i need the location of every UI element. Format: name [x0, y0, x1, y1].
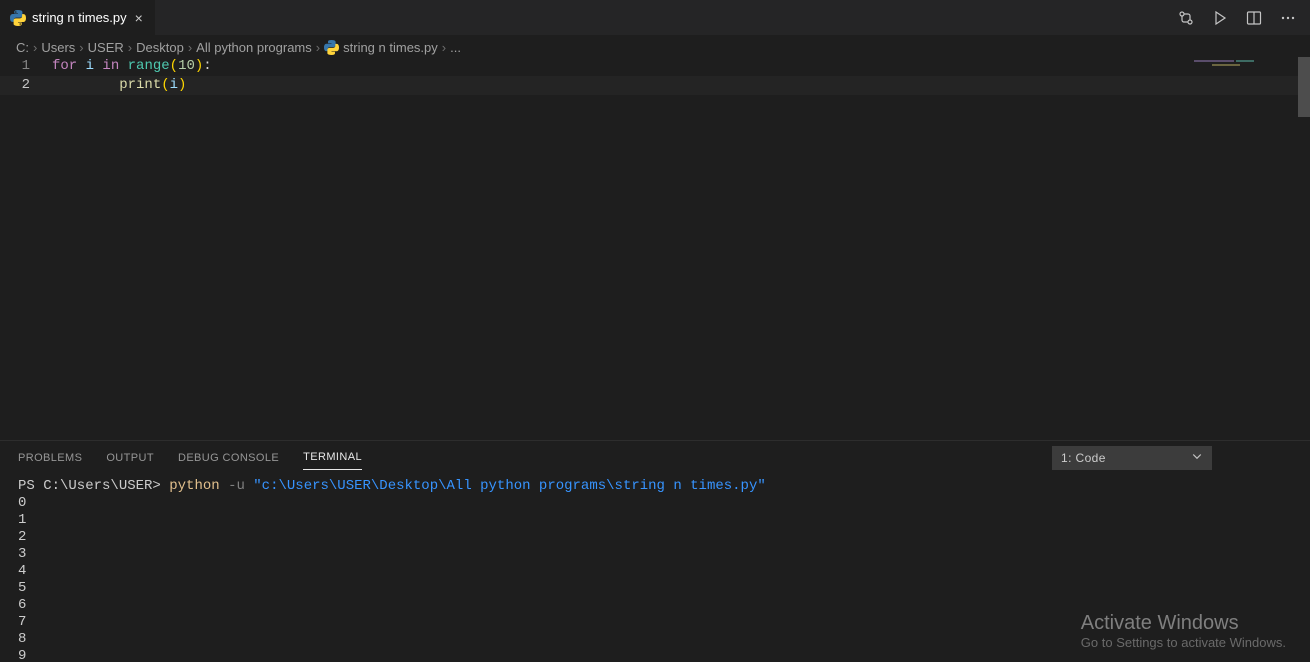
terminal-selector-label: 1: Code: [1061, 451, 1106, 465]
panel-tab-debug-console[interactable]: DEBUG CONSOLE: [178, 446, 279, 470]
breadcrumb-part[interactable]: C:: [16, 40, 29, 55]
panel-tab-terminal[interactable]: TERMINAL: [303, 445, 362, 470]
breadcrumb-part[interactable]: USER: [88, 40, 124, 55]
terminal-selector[interactable]: 1: Code: [1052, 446, 1212, 470]
terminal-output-line: 3: [18, 546, 1292, 563]
more-actions-icon[interactable]: [1280, 10, 1296, 26]
chevron-right-icon: ›: [316, 40, 320, 55]
terminal-output-line: 2: [18, 529, 1292, 546]
chevron-right-icon: ›: [79, 40, 83, 55]
close-icon[interactable]: ×: [133, 10, 145, 26]
line-number: 2: [0, 76, 52, 95]
breadcrumb-file[interactable]: string n times.py: [324, 40, 438, 55]
breadcrumb-tail[interactable]: ...: [450, 40, 461, 55]
windows-activation-watermark: Activate Windows Go to Settings to activ…: [1081, 612, 1286, 650]
run-icon[interactable]: [1212, 10, 1228, 26]
tab-bar: string n times.py ×: [0, 0, 1310, 35]
code-content[interactable]: print(i): [52, 76, 186, 95]
watermark-subtitle: Go to Settings to activate Windows.: [1081, 635, 1286, 650]
terminal-command-line: PS C:\Users\USER> python -u "c:\Users\US…: [18, 478, 1292, 495]
minimap[interactable]: [1190, 57, 1310, 97]
compare-changes-icon[interactable]: [1178, 10, 1194, 26]
panel-tab-bar: PROBLEMS OUTPUT DEBUG CONSOLE TERMINAL 1: C…: [0, 441, 1310, 474]
code-content[interactable]: for i in range(10):: [52, 57, 212, 76]
tab-active[interactable]: string n times.py ×: [0, 0, 156, 35]
terminal-output-line: 0: [18, 495, 1292, 512]
editor-scrollbar[interactable]: [1298, 57, 1310, 117]
chevron-down-icon: [1191, 450, 1203, 465]
breadcrumb-part[interactable]: Desktop: [136, 40, 184, 55]
chevron-right-icon: ›: [188, 40, 192, 55]
code-line[interactable]: 2 print(i): [0, 76, 1310, 95]
terminal-output-line: 5: [18, 580, 1292, 597]
chevron-right-icon: ›: [128, 40, 132, 55]
watermark-title: Activate Windows: [1081, 612, 1286, 635]
chevron-right-icon: ›: [33, 40, 37, 55]
chevron-right-icon: ›: [442, 40, 446, 55]
tab-filename: string n times.py: [32, 10, 127, 25]
breadcrumb-part[interactable]: All python programs: [196, 40, 312, 55]
editor-title-actions: [1178, 0, 1310, 35]
terminal-output-line: 1: [18, 512, 1292, 529]
terminal-output-line: 4: [18, 563, 1292, 580]
panel-tab-problems[interactable]: PROBLEMS: [18, 446, 82, 470]
breadcrumb-part[interactable]: Users: [41, 40, 75, 55]
python-file-icon: [324, 40, 339, 55]
panel-tab-output[interactable]: OUTPUT: [106, 446, 154, 470]
code-line[interactable]: 1for i in range(10):: [0, 57, 1310, 76]
terminal-output-line: 9: [18, 648, 1292, 662]
python-file-icon: [10, 10, 26, 26]
line-number: 1: [0, 57, 52, 76]
code-editor[interactable]: 1for i in range(10):2 print(i): [0, 57, 1310, 440]
split-editor-icon[interactable]: [1246, 10, 1262, 26]
breadcrumb[interactable]: C: › Users › USER › Desktop › All python…: [0, 35, 1310, 57]
